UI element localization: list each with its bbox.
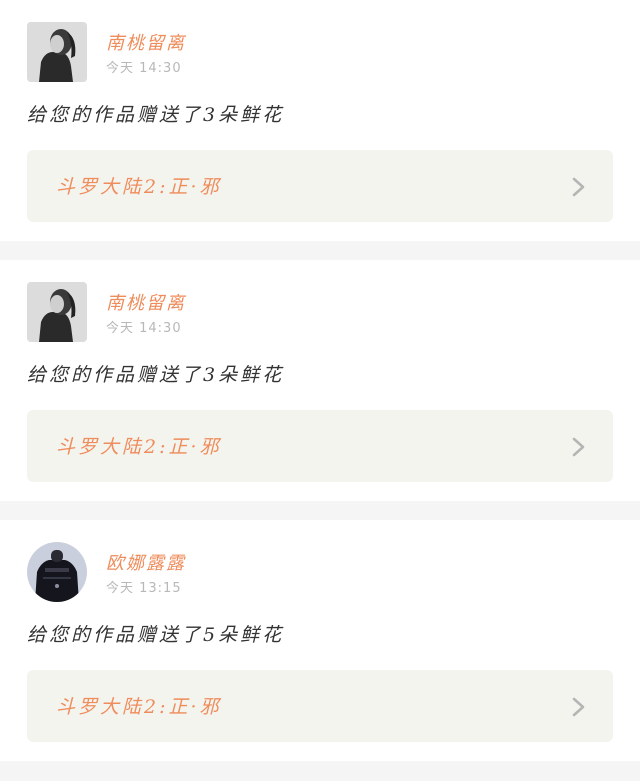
- username[interactable]: 南桃留离: [106, 289, 186, 315]
- notification-message: 给您的作品赠送了3朵鲜花: [27, 104, 285, 126]
- card-separator: [0, 761, 640, 780]
- work-title: 斗罗大陆2:正·邪: [56, 696, 222, 718]
- user-photo-icon: [27, 282, 87, 342]
- notification-message: 给您的作品赠送了5朵鲜花: [27, 624, 285, 646]
- work-title: 斗罗大陆2:正·邪: [56, 176, 222, 198]
- notification-card: 欧娜露露 今天 13:15 给您的作品赠送了5朵鲜花 斗罗大陆2:正·邪: [0, 520, 640, 761]
- chevron-right-icon: [572, 437, 585, 457]
- notification-card: 南桃留离 今天 14:30 给您的作品赠送了3朵鲜花 斗罗大陆2:正·邪: [0, 0, 640, 241]
- notification-card: 南桃留离 今天 14:30 给您的作品赠送了3朵鲜花 斗罗大陆2:正·邪: [0, 260, 640, 501]
- chevron-right-icon: [572, 177, 585, 197]
- username[interactable]: 南桃留离: [106, 29, 186, 55]
- chevron-right-icon: [572, 697, 585, 717]
- work-link-button[interactable]: 斗罗大陆2:正·邪: [27, 150, 613, 222]
- work-link-button[interactable]: 斗罗大陆2:正·邪: [27, 410, 613, 482]
- avatar[interactable]: [27, 22, 87, 82]
- user-photo-icon: [27, 22, 87, 82]
- timestamp: 今天 14:30: [106, 61, 182, 76]
- username[interactable]: 欧娜露露: [106, 549, 186, 575]
- avatar[interactable]: [27, 282, 87, 342]
- card-separator: [0, 501, 640, 520]
- work-link-button[interactable]: 斗罗大陆2:正·邪: [27, 670, 613, 742]
- work-title: 斗罗大陆2:正·邪: [56, 436, 222, 458]
- card-separator: [0, 241, 640, 260]
- timestamp: 今天 14:30: [106, 321, 182, 336]
- avatar[interactable]: [27, 542, 87, 602]
- notification-message: 给您的作品赠送了3朵鲜花: [27, 364, 285, 386]
- notification-feed: 南桃留离 今天 14:30 给您的作品赠送了3朵鲜花 斗罗大陆2:正·邪 南桃留…: [0, 0, 640, 780]
- user-photo-icon: [27, 542, 87, 602]
- timestamp: 今天 13:15: [106, 581, 182, 596]
